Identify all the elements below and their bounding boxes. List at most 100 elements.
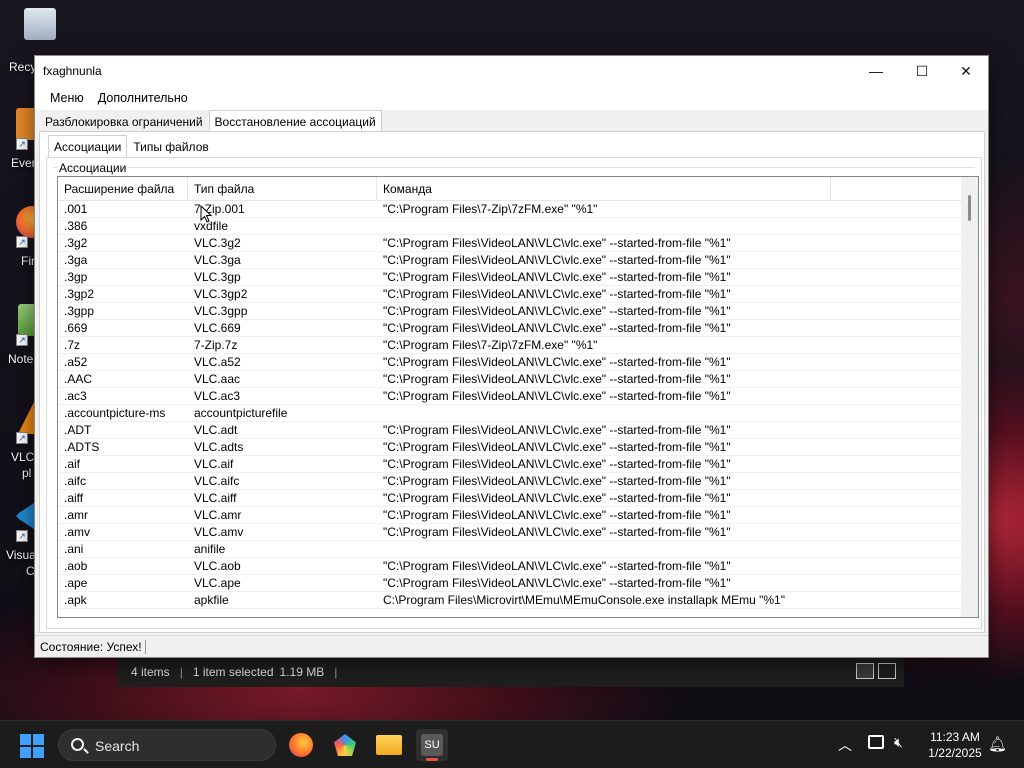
taskbar-firefox[interactable]: [285, 729, 317, 761]
cell-extension: .aob: [64, 559, 88, 573]
table-row[interactable]: .AAC VLC.aac "C:\Program Files\VideoLAN\VL…: [58, 371, 962, 388]
table-row[interactable]: .aiff VLC.aiff "C:\Program Files\VideoLAN\…: [58, 490, 962, 507]
table-row[interactable]: .ac3 VLC.ac3 "C:\Program Files\VideoLAN\VL…: [58, 388, 962, 405]
table-row[interactable]: .3gp VLC.3gp "C:\Program Files\VideoLAN\VL…: [58, 269, 962, 286]
folder-icon: [376, 735, 402, 755]
table-row[interactable]: .ADT VLC.adt "C:\Program Files\VideoLAN\VL…: [58, 422, 962, 439]
status-text: Состояние: Успех!: [40, 640, 146, 654]
clock-time: 11:23 AM: [930, 730, 980, 744]
minimize-button[interactable]: —: [853, 56, 899, 86]
tab-associations[interactable]: Ассоциации: [48, 135, 128, 157]
scrollbar-thumb[interactable]: [968, 195, 971, 221]
table-row[interactable]: .apk apkfile C:\Program Files\Microvirt\ME…: [58, 592, 962, 609]
cell-command: "C:\Program Files\VideoLAN\VLC\vlc.exe" …: [383, 457, 731, 471]
explorer-selection: 1 item selected: [192, 665, 274, 679]
notification-bell-icon[interactable]: 🔔︎: [988, 735, 1007, 753]
groupbox-border: [53, 167, 975, 168]
close-button[interactable]: ✕: [943, 56, 989, 86]
table-row[interactable]: .001 7-Zip.001 "C:\Program Files\7-Zip\7zF…: [58, 201, 962, 218]
cell-file-type: VLC.3gp: [194, 270, 241, 284]
table-row[interactable]: .3g2 VLC.3g2 "C:\Program Files\VideoLAN\VL…: [58, 235, 962, 252]
cell-extension: .apk: [64, 593, 87, 607]
tab-file-types[interactable]: Типы файлов: [127, 135, 214, 157]
table-row[interactable]: .aob VLC.aob "C:\Program Files\VideoLAN\VL…: [58, 558, 962, 575]
chevron-up-icon[interactable]: ︿: [838, 735, 852, 755]
active-indicator: [426, 758, 438, 761]
table-row[interactable]: .aif VLC.aif "C:\Program Files\VideoLAN\VL…: [58, 456, 962, 473]
cell-command: "C:\Program Files\VideoLAN\VLC\vlc.exe" …: [383, 270, 731, 284]
taskbar-app-pentagon[interactable]: [329, 729, 361, 761]
table-row[interactable]: .amv VLC.amv "C:\Program Files\VideoLAN\VL…: [58, 524, 962, 541]
table-row[interactable]: .aifc VLC.aifc "C:\Program Files\VideoLAN\…: [58, 473, 962, 490]
cell-extension: .amr: [64, 508, 88, 522]
taskbar: Search SU ︿ 🔇︎ 11:23 AM 1/22/2025 🔔︎: [0, 720, 1024, 768]
cell-extension: .ac3: [64, 389, 87, 403]
cell-extension: .669: [64, 321, 88, 335]
network-icon[interactable]: [868, 735, 884, 749]
cell-command: "C:\Program Files\VideoLAN\VLC\vlc.exe" …: [383, 321, 731, 335]
cell-file-type: VLC.adt: [194, 423, 238, 437]
table-row[interactable]: .386 vxdfile: [58, 218, 962, 235]
table-row[interactable]: .3gp2 VLC.3gp2 "C:\Program Files\VideoLAN\…: [58, 286, 962, 303]
cell-command: "C:\Program Files\VideoLAN\VLC\vlc.exe" …: [383, 253, 731, 267]
cell-file-type: VLC.aifc: [194, 474, 240, 488]
menu-item-menu[interactable]: Меню: [43, 88, 91, 108]
table-row[interactable]: .7z 7-Zip.7z "C:\Program Files\7-Zip\7zFM.…: [58, 337, 962, 354]
column-header-extension[interactable]: Расширение файла: [58, 177, 188, 201]
cell-extension: .386: [64, 219, 88, 233]
explorer-selection-size: 1.19 MB: [279, 665, 325, 679]
details-view-button[interactable]: [856, 663, 874, 679]
search-label: Search: [95, 738, 140, 754]
tab-restore-associations[interactable]: Восстановление ассоциаций: [208, 110, 382, 132]
vertical-scrollbar[interactable]: [961, 177, 978, 617]
maximize-button[interactable]: ☐: [899, 56, 945, 86]
tab-unlock-restrictions[interactable]: Разблокировка ограничений: [39, 110, 209, 132]
table-row[interactable]: .3ga VLC.3ga "C:\Program Files\VideoLAN\VL…: [58, 252, 962, 269]
taskbar-active-app[interactable]: SU: [416, 729, 448, 761]
desktop-icon-label: Visua: [6, 548, 36, 562]
taskbar-file-explorer[interactable]: [373, 729, 405, 761]
cell-command: "C:\Program Files\VideoLAN\VLC\vlc.exe" …: [383, 491, 731, 505]
cell-file-type: VLC.ape: [194, 576, 241, 590]
table-row[interactable]: .ADTS VLC.adts "C:\Program Files\VideoLAN\…: [58, 439, 962, 456]
column-header-extra[interactable]: [831, 177, 962, 201]
cell-extra: [831, 456, 962, 473]
table-row[interactable]: .accountpicture-ms accountpicturefile: [58, 405, 962, 422]
column-header-command[interactable]: Команда: [377, 177, 831, 201]
title-bar[interactable]: fxaghnunla — ☐ ✕: [35, 56, 988, 86]
cell-command: "C:\Program Files\VideoLAN\VLC\vlc.exe" …: [383, 423, 731, 437]
cell-file-type: anifile: [194, 542, 226, 556]
menu-item-advanced[interactable]: Дополнительно: [91, 88, 195, 108]
table-row[interactable]: .ape VLC.ape "C:\Program Files\VideoLAN\VL…: [58, 575, 962, 592]
cell-file-type: VLC.amr: [194, 508, 242, 522]
table-row[interactable]: .669 VLC.669 "C:\Program Files\VideoLAN\VL…: [58, 320, 962, 337]
cell-command: "C:\Program Files\7-Zip\7zFM.exe" "%1": [383, 202, 598, 216]
table-row[interactable]: .ani anifile: [58, 541, 962, 558]
list-rows: .001 7-Zip.001 "C:\Program Files\7-Zip\7zF…: [58, 201, 962, 609]
desktop-icon-label: Ever: [11, 156, 36, 170]
start-button[interactable]: [20, 734, 44, 758]
desktop-icon-recycle-bin[interactable]: Recy: [6, 8, 56, 74]
cell-command: "C:\Program Files\VideoLAN\VLC\vlc.exe" …: [383, 559, 731, 573]
cell-extra: [831, 371, 962, 388]
cell-command: "C:\Program Files\VideoLAN\VLC\vlc.exe" …: [383, 304, 731, 318]
column-header-file-type[interactable]: Тип файла: [188, 177, 377, 201]
clock-date: 1/22/2025: [928, 746, 982, 760]
volume-muted-icon[interactable]: 🔇︎: [894, 734, 903, 751]
cell-extension: .amv: [64, 525, 91, 539]
search-icon: [71, 738, 84, 751]
table-row[interactable]: .3gpp VLC.3gpp "C:\Program Files\VideoLAN\…: [58, 303, 962, 320]
cell-extra: [831, 490, 962, 507]
associations-list[interactable]: Расширение файла Тип файла Команда .001 7…: [57, 176, 979, 618]
cell-extension: .7z: [64, 338, 81, 352]
system-clock[interactable]: 11:23 AM 1/22/2025: [920, 729, 990, 761]
cell-file-type: 7-Zip.7z: [194, 338, 238, 352]
cell-command: "C:\Program Files\VideoLAN\VLC\vlc.exe" …: [383, 440, 731, 454]
table-row[interactable]: .a52 VLC.a52 "C:\Program Files\VideoLAN\VL…: [58, 354, 962, 371]
taskbar-search[interactable]: Search: [58, 729, 276, 761]
tiles-view-button[interactable]: [878, 663, 896, 679]
cell-extension: .AAC: [64, 372, 93, 386]
table-row[interactable]: .amr VLC.amr "C:\Program Files\VideoLAN\VL…: [58, 507, 962, 524]
cell-command: "C:\Program Files\7-Zip\7zFM.exe" "%1": [383, 338, 598, 352]
mouse-cursor-icon: [200, 205, 212, 223]
